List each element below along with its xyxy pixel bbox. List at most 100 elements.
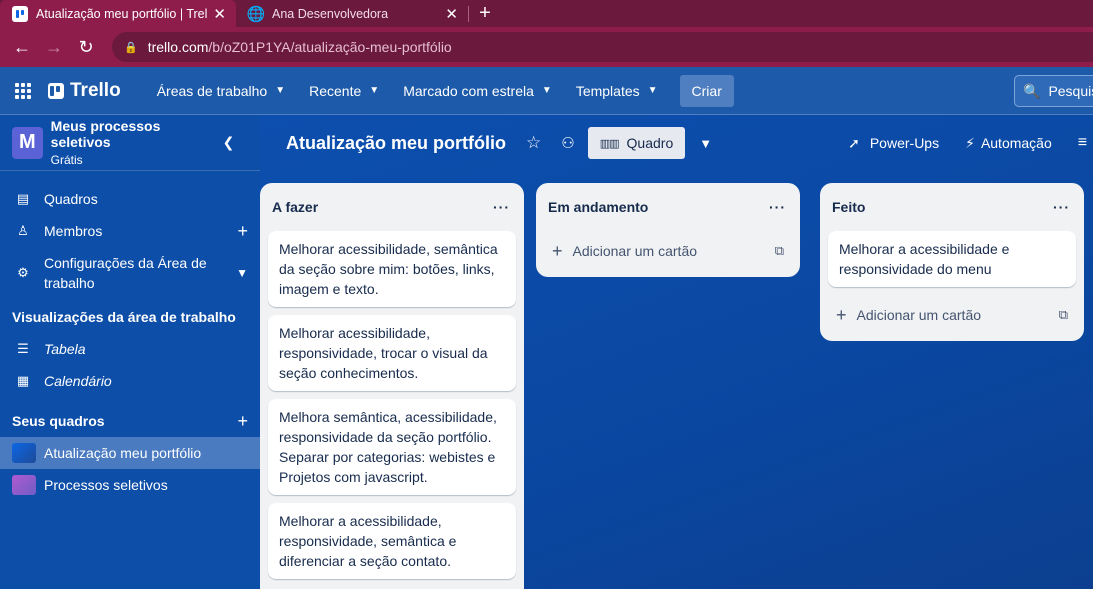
plus-icon: + xyxy=(836,304,847,325)
list-header[interactable]: Em andamento ··· xyxy=(544,183,792,231)
chevron-down-icon: ▼ xyxy=(275,85,286,96)
workspace-info: Meus processos seletivos Grátis xyxy=(51,118,217,167)
trello-icon xyxy=(12,5,28,22)
add-member-icon[interactable]: + xyxy=(237,221,248,242)
menu-recent[interactable]: Recente ▼ xyxy=(297,75,391,107)
view-label: Quadro xyxy=(626,135,674,151)
card[interactable]: Melhorar acessibilidade, semântica da se… xyxy=(268,231,516,307)
list-todo: A fazer ··· Melhorar acessibilidade, sem… xyxy=(260,183,524,589)
sidebar-board-item[interactable]: Atualização meu portfólio xyxy=(0,437,260,469)
menu-starred[interactable]: Marcado com estrela ▼ xyxy=(391,75,564,107)
sidebar-item-calendar[interactable]: ▦ Calendário xyxy=(0,365,260,397)
automation-button[interactable]: ⚡ Automação xyxy=(965,135,1052,152)
star-icon[interactable]: ☆ xyxy=(526,133,541,153)
card-template-icon[interactable]: ⧉ xyxy=(775,243,784,259)
workspace-name[interactable]: Meus processos seletivos xyxy=(51,118,217,150)
browser-tab-trello[interactable]: Atualização meu portfólio | Trello ✕ xyxy=(0,0,236,27)
board-label: Processos seletivos xyxy=(44,477,168,493)
automation-label: Automação xyxy=(980,135,1052,151)
chevron-down-icon: ▼ xyxy=(369,85,380,96)
create-button[interactable]: Criar xyxy=(679,74,734,107)
chevron-down-icon: ▼ xyxy=(541,85,552,96)
calendar-icon: ▦ xyxy=(16,373,30,388)
sidebar-item-boards[interactable]: ▤ Quadros xyxy=(0,183,260,215)
browser-tab-ana[interactable]: 🌐 Ana Desenvolvedora ✕ xyxy=(236,0,468,27)
search-icon: 🔍 xyxy=(1023,82,1041,99)
chevron-down-icon[interactable]: ▼ xyxy=(699,136,712,151)
add-card-button[interactable]: + Adicionar um cartão ⧉ xyxy=(544,231,792,271)
more-icon[interactable]: ··· xyxy=(493,199,510,215)
views-section-title: Visualizações da área de trabalho xyxy=(0,301,260,333)
list-header[interactable]: Feito ··· xyxy=(828,183,1076,231)
section-label: Visualizações da área de trabalho xyxy=(12,309,236,325)
more-icon[interactable]: ··· xyxy=(1053,199,1070,215)
trello-logo[interactable]: Trello xyxy=(48,80,121,102)
board-label: Atualização meu portfólio xyxy=(44,445,202,461)
chevron-down-icon: ▼ xyxy=(647,85,658,96)
workspace-avatar[interactable]: M xyxy=(12,126,43,159)
close-icon[interactable]: ✕ xyxy=(445,5,458,23)
chevron-down-icon[interactable]: ▼ xyxy=(236,266,248,280)
menu-workspaces[interactable]: Áreas de trabalho ▼ xyxy=(145,75,297,107)
card[interactable]: Melhorar a acessibilidade, responsividad… xyxy=(268,503,516,579)
lock-icon[interactable]: 🔒 xyxy=(124,41,138,54)
sidebar-item-label: Configurações da Área de trabalho xyxy=(44,255,207,291)
sidebar-item-label: Quadros xyxy=(44,191,98,207)
board-thumbnail xyxy=(12,443,36,463)
section-label: Seus quadros xyxy=(12,413,105,429)
board-title[interactable]: Atualização meu portfólio xyxy=(286,133,506,154)
url-host: trello.com xyxy=(147,39,209,55)
tab-title: Ana Desenvolvedora xyxy=(272,6,389,21)
more-icon[interactable]: ··· xyxy=(769,199,786,215)
tab-title: Atualização meu portfólio | Trello xyxy=(36,6,208,21)
menu-label: Áreas de trabalho xyxy=(156,82,268,99)
back-icon[interactable]: ← xyxy=(6,31,38,63)
sidebar-item-label: Membros xyxy=(44,223,103,239)
board-thumbnail xyxy=(12,475,36,495)
card[interactable]: Melhora semântica, acessibilidade, respo… xyxy=(268,399,516,495)
add-card-label: Adicionar um cartão xyxy=(572,243,698,259)
powerups-button[interactable]: ➚ Power-Ups xyxy=(848,135,939,152)
reload-icon[interactable]: ↻ xyxy=(70,31,102,63)
sidebar-item-label: Tabela xyxy=(44,341,86,357)
workspace-sidebar: M Meus processos seletivos Grátis ❮ ▤ Qu… xyxy=(0,115,260,589)
close-icon[interactable]: ✕ xyxy=(213,5,226,23)
forward-icon[interactable]: → xyxy=(38,31,70,63)
app-switcher-icon[interactable] xyxy=(15,82,35,99)
sidebar-item-table[interactable]: ☰ Tabela xyxy=(0,333,260,365)
sidebar-item-settings[interactable]: ⚙ Configurações da Área de trabalho ▼ xyxy=(0,247,260,299)
new-tab-button[interactable]: + xyxy=(469,0,501,27)
globe-icon: 🌐 xyxy=(246,5,266,23)
menu-label: Recente xyxy=(309,82,362,99)
table-icon: ☰ xyxy=(17,341,29,356)
card[interactable]: Melhorar a acessibilidade e responsivida… xyxy=(828,231,1076,287)
menu-label: Marcado com estrela xyxy=(403,82,534,99)
list-header[interactable]: A fazer ··· xyxy=(268,183,516,231)
rocket-icon: ➚ xyxy=(848,134,860,151)
board-header: Atualização meu portfólio ☆ ⚇ ▥▥ Quadro … xyxy=(260,115,1093,171)
collapse-sidebar-icon[interactable]: ❮ xyxy=(217,131,240,155)
add-card-button[interactable]: + Adicionar um cartão ⧉ xyxy=(828,295,1076,335)
sidebar-board-item[interactable]: Processos seletivos xyxy=(0,469,260,501)
header-menu: Áreas de trabalho ▼ Recente ▼ Marcado com … xyxy=(145,74,734,107)
add-board-icon[interactable]: + xyxy=(237,411,248,432)
sidebar-nav: ▤ Quadros ♙ Membros + ⚙ Configurações da… xyxy=(0,171,260,299)
workspace-header: M Meus processos seletivos Grátis ❮ xyxy=(0,115,260,171)
boards-section-title: Seus quadros + xyxy=(0,405,260,437)
plus-icon: + xyxy=(552,240,563,261)
card-template-icon[interactable]: ⧉ xyxy=(1059,307,1068,323)
search-input[interactable]: 🔍 Pesquisar xyxy=(1014,75,1093,107)
card[interactable]: Melhorar acessibilidade, responsividade,… xyxy=(268,315,516,391)
browser-tab-strip: Atualização meu portfólio | Trello ✕ 🌐 A… xyxy=(0,0,1093,27)
menu-templates[interactable]: Templates ▼ xyxy=(564,75,670,107)
filter-icon[interactable]: ≡ xyxy=(1078,134,1087,152)
trello-header: Trello Áreas de trabalho ▼ Recente ▼ Marca… xyxy=(0,67,1093,115)
powerups-label: Power-Ups xyxy=(869,135,940,151)
address-bar[interactable]: 🔒 trello.com/b/oZ01P1YA/atualização-meu-… xyxy=(112,32,1093,62)
sidebar-item-members[interactable]: ♙ Membros + xyxy=(0,215,260,247)
list-in-progress: Em andamento ··· + Adicionar um cartão ⧉ xyxy=(536,183,800,277)
browser-toolbar: ← → ↻ 🔒 trello.com/b/oZ01P1YA/atualizaçã… xyxy=(0,27,1093,67)
visibility-icon[interactable]: ⚇ xyxy=(561,134,574,152)
board-icon: ▤ xyxy=(16,191,30,206)
view-switcher-button[interactable]: ▥▥ Quadro xyxy=(587,127,686,159)
